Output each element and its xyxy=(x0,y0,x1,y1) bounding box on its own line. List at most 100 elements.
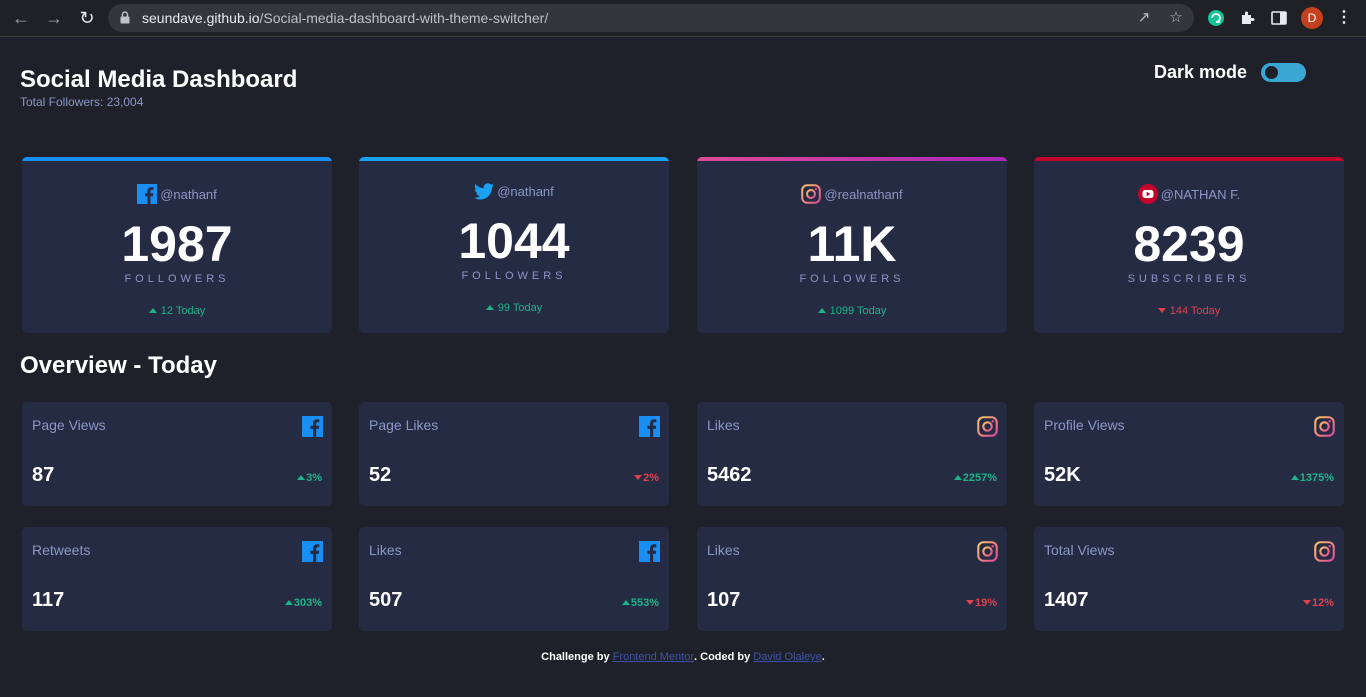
facebook-icon xyxy=(639,416,660,437)
overview-card-total-views: Total Views 1407 12% xyxy=(1034,527,1344,631)
metric-value: 87 xyxy=(32,464,55,486)
metric-value: 1407 xyxy=(1044,589,1089,611)
footer-suffix: . xyxy=(821,651,825,663)
follower-card-facebook: @nathanf 1987 FOLLOWERS 12 Today xyxy=(22,157,332,333)
url-text: seundave.github.io/Social-media-dashboar… xyxy=(142,10,548,26)
metric-change-text: 2257% xyxy=(962,472,997,484)
facebook-icon xyxy=(302,416,323,437)
forward-arrow-icon[interactable]: → xyxy=(43,8,65,28)
side-panel-icon[interactable] xyxy=(1270,9,1288,27)
overview-card-likes-instagram-2: Likes 107 19% xyxy=(697,527,1007,631)
metric-change-text: 1375% xyxy=(1299,472,1334,484)
metric-change: 1375% xyxy=(1290,472,1334,484)
follower-unit: FOLLOWERS xyxy=(124,273,230,285)
up-arrow-icon xyxy=(297,475,306,480)
address-bar[interactable]: seundave.github.io/Social-media-dashboar… xyxy=(108,4,1194,32)
instagram-icon xyxy=(1314,416,1335,437)
footer-middle: . Coded by xyxy=(694,651,754,663)
follower-count: 1044 xyxy=(458,213,570,269)
metric-change-text: 303% xyxy=(293,597,322,609)
toggle-knob xyxy=(1265,66,1278,79)
follower-card-twitter: @nathanf 1044 FOLLOWERS 99 Today xyxy=(359,157,669,333)
daily-change: 144 Today xyxy=(1034,305,1344,317)
metric-change: 553% xyxy=(621,597,659,609)
metric-change-text: 553% xyxy=(630,597,659,609)
down-arrow-icon xyxy=(965,600,974,605)
up-arrow-icon xyxy=(485,305,494,310)
follower-card-instagram: @realnathanf 11K FOLLOWERS 1099 Today xyxy=(697,157,1007,333)
metric-change: 12% xyxy=(1302,597,1334,609)
down-arrow-icon xyxy=(1302,600,1311,605)
instagram-icon xyxy=(801,184,822,204)
card-accent-bar xyxy=(359,157,669,161)
url-path: /Social-media-dashboard-with-theme-switc… xyxy=(259,10,549,26)
browser-toolbar: ← → ↻ seundave.github.io/Social-media-da… xyxy=(0,0,1366,37)
metric-value: 5462 xyxy=(707,464,752,486)
footer-prefix: Challenge by xyxy=(541,651,613,663)
attribution-footer: Challenge by Frontend Mentor. Coded by D… xyxy=(0,651,1366,663)
facebook-icon xyxy=(302,541,323,562)
follower-unit: FOLLOWERS xyxy=(461,270,567,282)
profile-avatar[interactable]: D xyxy=(1301,7,1323,29)
metric-value: 52 xyxy=(369,464,392,486)
metric-value: 52K xyxy=(1044,464,1081,486)
total-followers: Total Followers: 23,004 xyxy=(20,95,144,109)
account-handle: @nathanf xyxy=(160,186,217,202)
overview-card-likes-facebook: Likes 507 553% xyxy=(359,527,669,631)
lock-icon xyxy=(120,11,130,24)
metric-value: 507 xyxy=(369,589,403,611)
daily-change-text: 1099 Today xyxy=(829,305,887,317)
twitter-icon xyxy=(474,182,495,199)
metric-change: 19% xyxy=(965,597,997,609)
extensions-puzzle-icon[interactable] xyxy=(1239,9,1257,27)
follower-count: 8239 xyxy=(1133,216,1245,272)
account-handle: @nathanf xyxy=(497,183,554,199)
up-arrow-icon xyxy=(1290,475,1299,480)
metric-change-text: 19% xyxy=(974,597,997,609)
metric-change: 303% xyxy=(284,597,322,609)
dark-mode-label: Dark mode xyxy=(1154,62,1248,82)
facebook-icon xyxy=(137,184,158,204)
frontend-mentor-link[interactable]: Frontend Mentor xyxy=(613,651,694,663)
dark-mode-toggle[interactable] xyxy=(1261,63,1306,82)
daily-change: 99 Today xyxy=(359,302,669,314)
metric-value: 117 xyxy=(32,589,65,611)
metric-label: Profile Views xyxy=(1044,417,1125,433)
up-arrow-icon xyxy=(148,308,157,313)
card-accent-bar xyxy=(697,157,1007,161)
youtube-icon xyxy=(1137,184,1158,204)
metric-label: Likes xyxy=(707,417,740,433)
instagram-icon xyxy=(977,416,998,437)
overview-card-likes-instagram: Likes 5462 2257% xyxy=(697,402,1007,506)
url-host: seundave.github.io xyxy=(142,10,260,26)
metric-change: 2257% xyxy=(953,472,997,484)
back-arrow-icon[interactable]: ← xyxy=(10,8,32,28)
overview-card-page-views: Page Views 87 3% xyxy=(22,402,332,506)
more-menu-icon[interactable]: ⋮ xyxy=(1336,9,1352,27)
page-title: Social Media Dashboard xyxy=(20,66,298,93)
metric-label: Total Views xyxy=(1044,542,1115,558)
metric-label: Retweets xyxy=(32,542,91,558)
metric-label: Likes xyxy=(369,542,402,558)
grammarly-extension-icon[interactable] xyxy=(1207,9,1225,27)
follower-count: 1987 xyxy=(121,216,233,272)
daily-change-text: 144 Today xyxy=(1169,305,1221,317)
down-arrow-icon xyxy=(634,475,643,480)
bookmark-star-icon[interactable]: ☆ xyxy=(1168,10,1184,26)
instagram-icon xyxy=(977,541,998,562)
instagram-icon xyxy=(1314,541,1335,562)
metric-change: 3% xyxy=(297,472,322,484)
follower-unit: FOLLOWERS xyxy=(799,273,905,285)
daily-change: 12 Today xyxy=(22,305,332,317)
daily-change-text: 99 Today xyxy=(497,302,543,314)
overview-card-profile-views: Profile Views 52K 1375% xyxy=(1034,402,1344,506)
card-accent-bar xyxy=(1034,157,1344,161)
share-icon[interactable]: ↗ xyxy=(1136,10,1152,26)
account-handle: @NATHAN F. xyxy=(1160,186,1241,202)
metric-change: 2% xyxy=(634,472,659,484)
account-handle: @realnathanf xyxy=(824,186,903,202)
facebook-icon xyxy=(639,541,660,562)
author-link[interactable]: David Olaleye xyxy=(753,651,821,663)
follower-count: 11K xyxy=(807,216,897,272)
reload-icon[interactable]: ↻ xyxy=(76,8,98,28)
